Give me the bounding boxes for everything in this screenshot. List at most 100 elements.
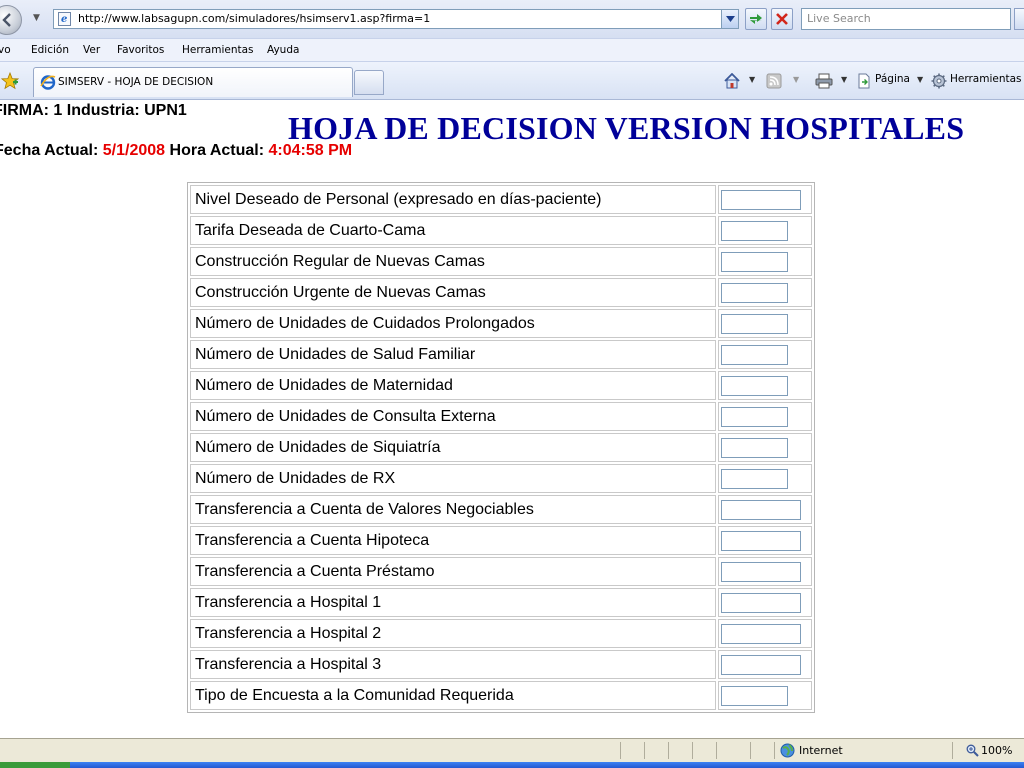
gear-icon[interactable] (931, 73, 947, 89)
decision-row: Número de Unidades de Consulta Externa (190, 402, 812, 431)
menu-ayuda[interactable]: Ayuda (267, 44, 299, 56)
status-divider (774, 742, 775, 759)
decision-input-cell (718, 402, 812, 431)
feeds-dropdown-icon[interactable]: ▼ (793, 75, 799, 84)
decision-input-cell (718, 557, 812, 586)
decision-row: Tipo de Encuesta a la Comunidad Requerid… (190, 681, 812, 710)
favorites-star-icon[interactable] (1, 72, 19, 90)
status-divider (750, 742, 751, 759)
decision-row: Número de Unidades de Cuidados Prolongad… (190, 309, 812, 338)
time-label: Hora Actual: (169, 142, 265, 159)
decision-input[interactable] (721, 530, 801, 551)
firm-industry-line: FIRMA: 1 Industria: UPN1 (0, 102, 187, 120)
decision-input[interactable] (721, 375, 788, 396)
decision-input-cell (718, 495, 812, 524)
status-divider (692, 742, 693, 759)
decision-input[interactable] (721, 623, 801, 644)
decision-row: Transferencia a Cuenta Préstamo (190, 557, 812, 586)
decision-input[interactable] (721, 685, 788, 706)
decision-row: Transferencia a Hospital 2 (190, 619, 812, 648)
page-menu-icon[interactable] (856, 73, 872, 89)
menu-herramientas[interactable]: Herramientas (182, 44, 254, 56)
decision-input[interactable] (721, 437, 788, 458)
decision-label: Transferencia a Cuenta de Valores Negoci… (190, 495, 716, 524)
page-menu-label[interactable]: Página (875, 73, 910, 85)
menu-edicion[interactable]: Edición (31, 44, 69, 56)
print-icon[interactable] (815, 73, 833, 89)
decision-input-cell (718, 464, 812, 493)
address-field[interactable]: e http://www.labsagupn.com/simuladores/h… (53, 9, 739, 29)
status-divider (952, 742, 953, 759)
decision-input[interactable] (721, 592, 801, 613)
decision-label: Transferencia a Hospital 1 (190, 588, 716, 617)
address-url[interactable]: http://www.labsagupn.com/simuladores/hsi… (78, 12, 430, 25)
decision-input[interactable] (721, 406, 788, 427)
zoom-icon[interactable] (966, 744, 979, 757)
address-dropdown-button[interactable] (721, 9, 739, 29)
decision-label: Transferencia a Hospital 2 (190, 619, 716, 648)
decision-input[interactable] (721, 561, 801, 582)
new-tab-button[interactable] (354, 70, 384, 95)
decision-row: Nivel Deseado de Personal (expresado en … (190, 185, 812, 214)
search-button[interactable] (1014, 8, 1024, 30)
taskbar (0, 762, 1024, 768)
decision-input-cell (718, 247, 812, 276)
refresh-button[interactable] (745, 8, 767, 30)
decision-input-cell (718, 278, 812, 307)
decision-input[interactable] (721, 499, 801, 520)
decision-input[interactable] (721, 654, 801, 675)
decision-input[interactable] (721, 282, 788, 303)
firm-industry-text: FIRMA: 1 Industria: UPN1 (0, 102, 187, 119)
decision-input-cell (718, 309, 812, 338)
decision-row: Número de Unidades de Salud Familiar (190, 340, 812, 369)
decision-input[interactable] (721, 220, 788, 241)
address-bar-row: ▼ e http://www.labsagupn.com/simuladores… (0, 0, 1024, 38)
decision-input-cell (718, 681, 812, 710)
decision-input-cell (718, 216, 812, 245)
decision-label: Transferencia a Cuenta Préstamo (190, 557, 716, 586)
status-divider (668, 742, 669, 759)
home-dropdown-icon[interactable]: ▼ (749, 75, 755, 84)
status-bar: Internet 100% (0, 738, 1024, 762)
decision-input[interactable] (721, 468, 788, 489)
status-divider (620, 742, 621, 759)
menu-archivo[interactable]: vo (0, 44, 11, 56)
decision-input-cell (718, 340, 812, 369)
decision-input-cell (718, 588, 812, 617)
status-divider (716, 742, 717, 759)
decision-row: Número de Unidades de Maternidad (190, 371, 812, 400)
tab-simserv[interactable]: SIMSERV - HOJA DE DECISION (33, 67, 353, 97)
menu-favoritos[interactable]: Favoritos (117, 44, 164, 56)
page-menu-dropdown-icon[interactable]: ▼ (917, 75, 923, 84)
menu-bar: vo Edición Ver Favoritos Herramientas Ay… (0, 38, 1024, 62)
security-zone-label[interactable]: Internet (799, 744, 843, 757)
menu-ver[interactable]: Ver (83, 44, 100, 56)
decision-row: Tarifa Deseada de Cuarto-Cama (190, 216, 812, 245)
history-dropdown-icon[interactable]: ▼ (33, 13, 40, 23)
close-icon (776, 13, 788, 25)
decision-row: Número de Unidades de RX (190, 464, 812, 493)
decision-input[interactable] (721, 344, 788, 365)
search-input[interactable]: Live Search (801, 8, 1011, 30)
decision-input-cell (718, 433, 812, 462)
print-dropdown-icon[interactable]: ▼ (841, 75, 847, 84)
decision-row: Número de Unidades de Siquiatría (190, 433, 812, 462)
stop-button[interactable] (771, 8, 793, 30)
search-placeholder: Live Search (807, 12, 871, 25)
start-button[interactable] (0, 762, 70, 768)
back-button[interactable] (0, 5, 22, 35)
tab-title: SIMSERV - HOJA DE DECISION (58, 76, 214, 88)
zoom-level[interactable]: 100% (981, 744, 1012, 757)
home-icon[interactable] (723, 73, 741, 89)
decision-input[interactable] (721, 251, 788, 272)
feeds-icon[interactable] (766, 73, 782, 89)
ie-page-icon (40, 75, 56, 90)
decision-input[interactable] (721, 189, 801, 210)
status-divider (644, 742, 645, 759)
decision-row: Transferencia a Cuenta de Valores Negoci… (190, 495, 812, 524)
decision-row: Transferencia a Cuenta Hipoteca (190, 526, 812, 555)
decision-input-cell (718, 619, 812, 648)
decision-input[interactable] (721, 313, 788, 334)
tools-menu-label[interactable]: Herramientas (950, 73, 1022, 85)
globe-icon (780, 743, 795, 758)
